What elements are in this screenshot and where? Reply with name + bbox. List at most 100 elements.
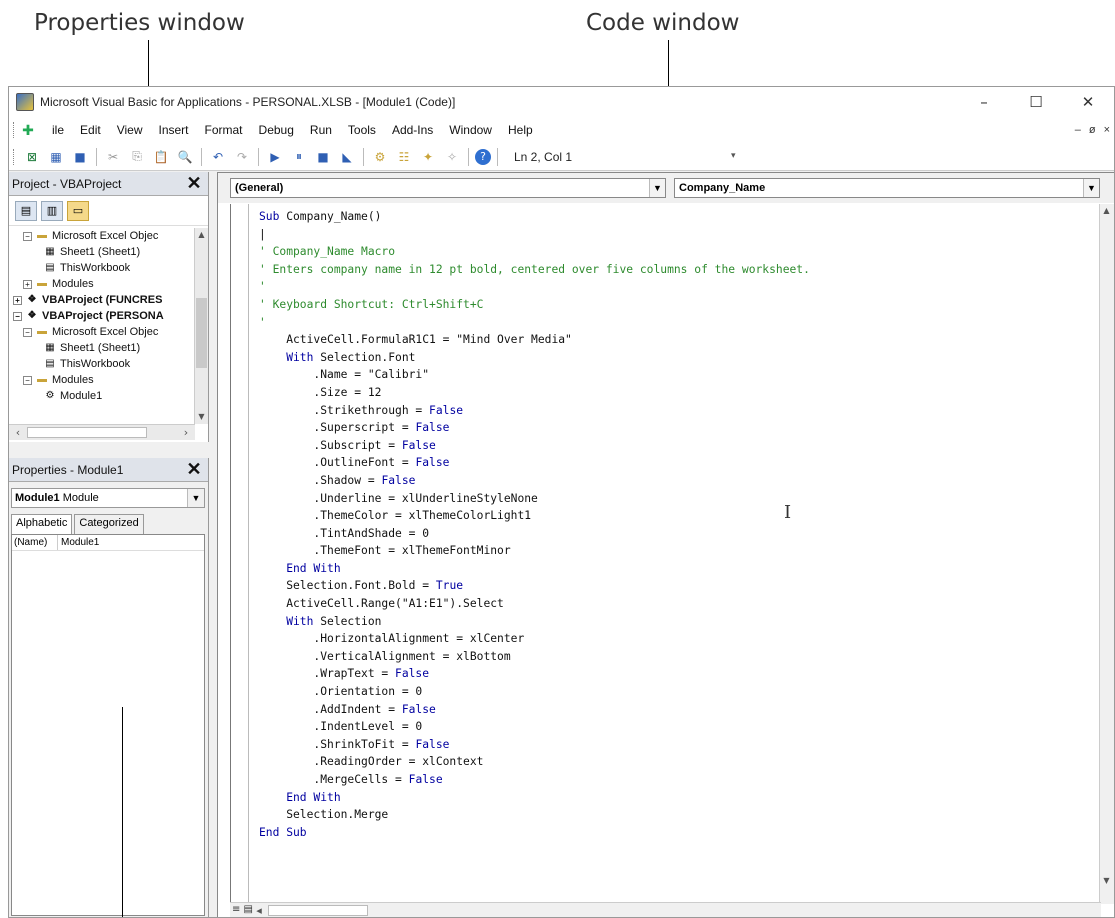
maximize-button[interactable]: ☐ (1010, 87, 1062, 117)
code-line[interactable]: .Superscript = False (259, 419, 810, 437)
collapse-icon[interactable]: − (13, 311, 22, 321)
menubar-grip[interactable] (13, 122, 16, 138)
break-icon[interactable]: ⏸ (289, 147, 309, 167)
code-line[interactable]: .Subscript = False (259, 437, 810, 455)
code-vertical-scrollbar[interactable]: ▲ ▼ (1099, 204, 1114, 904)
code-line[interactable]: .IndentLevel = 0 (259, 718, 810, 736)
tree-node[interactable]: + ▬ Modules (9, 276, 195, 292)
menu-item[interactable]: Window (441, 123, 500, 137)
margin-indicator-bar[interactable] (231, 204, 249, 904)
tree-node[interactable]: ▤ ThisWorkbook (9, 356, 195, 372)
mdi-restore-button[interactable]: ø (1089, 124, 1096, 136)
tab-alphabetic[interactable]: Alphabetic (11, 514, 73, 534)
view-code-icon[interactable]: ▤ (15, 200, 37, 221)
code-line[interactable]: Selection.Font.Bold = True (259, 577, 810, 595)
expand-icon[interactable]: + (23, 279, 32, 289)
menu-item[interactable]: Insert (151, 123, 197, 137)
scroll-down-icon[interactable]: ▼ (195, 410, 208, 424)
menu-item[interactable]: Format (197, 123, 251, 137)
code-line[interactable]: ' Keyboard Shortcut: Ctrl+Shift+C (259, 296, 810, 314)
paste-icon[interactable]: 📋 (151, 147, 171, 167)
code-line[interactable]: .ShrinkToFit = False (259, 736, 810, 754)
code-line[interactable]: End Sub (259, 824, 810, 842)
code-line[interactable]: End With (259, 789, 810, 807)
cut-icon[interactable]: ✂ (103, 147, 123, 167)
code-line[interactable]: With Selection (259, 613, 810, 631)
run-icon[interactable]: ▶ (265, 147, 285, 167)
tree-node[interactable]: ▤ ThisWorkbook (9, 260, 195, 276)
code-line[interactable]: ' (259, 278, 810, 296)
view-mode-icons[interactable]: ≡ ▤ (230, 902, 260, 917)
collapse-icon[interactable]: − (23, 327, 32, 337)
property-row[interactable]: (Name) Module1 (12, 535, 204, 551)
code-line[interactable]: .ReadingOrder = xlContext (259, 753, 810, 771)
code-line[interactable]: .ThemeColor = xlThemeColorLight1 (259, 507, 810, 525)
menu-item[interactable]: Help (500, 123, 541, 137)
code-line[interactable]: .OutlineFont = False (259, 454, 810, 472)
object-browser-icon[interactable]: ✦ (418, 147, 438, 167)
toolbox-icon[interactable]: ✧ (442, 147, 462, 167)
project-explorer-close-icon[interactable]: ✕ (184, 173, 204, 193)
menu-item[interactable]: Edit (72, 123, 109, 137)
scroll-thumb[interactable] (196, 298, 207, 368)
menu-item[interactable]: View (109, 123, 151, 137)
code-line[interactable]: .Underline = xlUnderlineStyleNone (259, 490, 810, 508)
code-line[interactable]: .HorizontalAlignment = xlCenter (259, 630, 810, 648)
code-line[interactable]: ActiveCell.FormulaR1C1 = "Mind Over Medi… (259, 331, 810, 349)
tab-categorized[interactable]: Categorized (74, 514, 144, 534)
toggle-folders-icon[interactable]: ▭ (67, 200, 89, 221)
find-icon[interactable]: 🔍 (175, 147, 195, 167)
object-combo[interactable]: (General) ▼ (230, 178, 666, 198)
scroll-up-icon[interactable]: ▲ (1100, 204, 1113, 218)
minimize-button[interactable]: – (958, 87, 1010, 117)
design-mode-icon[interactable]: ◣ (337, 147, 357, 167)
help-icon[interactable]: ? (475, 148, 491, 165)
close-button[interactable]: ✕ (1062, 87, 1114, 117)
project-horizontal-scrollbar[interactable]: ‹ › (9, 424, 195, 440)
code-line[interactable]: .Strikethrough = False (259, 402, 810, 420)
code-line[interactable]: Selection.Merge (259, 806, 810, 824)
code-editor[interactable]: Sub Company_Name() | ' Company_Name Macro '… (230, 204, 1101, 904)
property-value[interactable]: Module1 (58, 535, 99, 550)
code-line[interactable]: .Name = "Calibri" (259, 366, 810, 384)
reset-icon[interactable]: ■ (313, 147, 333, 167)
tree-node[interactable]: ▦ Sheet1 (Sheet1) (9, 244, 195, 260)
chevron-down-icon[interactable]: ▼ (649, 179, 665, 197)
toolbar-grip[interactable] (13, 148, 16, 165)
code-line[interactable]: ' Company_Name Macro (259, 243, 810, 261)
toolbar-options-icon[interactable]: ▾ (731, 151, 736, 161)
code-line[interactable]: ' Enters company name in 12 pt bold, cen… (259, 261, 810, 279)
code-line[interactable]: .TintAndShade = 0 (259, 525, 810, 543)
insert-module-icon[interactable]: ▦ (46, 147, 66, 167)
undo-icon[interactable]: ↶ (208, 147, 228, 167)
tree-node[interactable]: + ❖ VBAProject (FUNCRES (9, 292, 195, 308)
chevron-down-icon[interactable]: ▼ (187, 489, 204, 507)
menu-item[interactable]: Tools (340, 123, 384, 137)
code-line[interactable]: .VerticalAlignment = xlBottom (259, 648, 810, 666)
code-line[interactable]: ActiveCell.Range("A1:E1").Select (259, 595, 810, 613)
scroll-thumb[interactable] (27, 427, 147, 438)
menu-item[interactable]: Add-Ins (384, 123, 441, 137)
properties-window-close-icon[interactable]: ✕ (184, 459, 204, 479)
scroll-up-icon[interactable]: ▲ (195, 228, 208, 242)
view-excel-icon[interactable]: ⊠ (22, 147, 42, 167)
chevron-down-icon[interactable]: ▼ (1083, 179, 1099, 197)
properties-window-icon[interactable]: ☷ (394, 147, 414, 167)
menu-item[interactable]: Run (302, 123, 340, 137)
scroll-left-icon[interactable]: ‹ (11, 425, 25, 441)
code-line[interactable]: .Shadow = False (259, 472, 810, 490)
code-text[interactable]: Sub Company_Name() | ' Company_Name Macro '… (259, 208, 810, 841)
project-vertical-scrollbar[interactable]: ▲ ▼ (194, 228, 208, 424)
procedure-combo[interactable]: Company_Name ▼ (674, 178, 1100, 198)
save-icon[interactable]: ■ (70, 147, 90, 167)
code-horizontal-scrollbar[interactable]: ◂ (230, 902, 1101, 917)
tree-node[interactable]: ▦ Sheet1 (Sheet1) (9, 340, 195, 356)
expand-icon[interactable]: + (13, 295, 22, 305)
project-explorer-icon[interactable]: ⚙ (370, 147, 390, 167)
code-line[interactable]: .AddIndent = False (259, 701, 810, 719)
copy-icon[interactable]: ⎘ (127, 147, 147, 167)
code-line[interactable]: | (259, 226, 810, 244)
tree-node[interactable]: − ▬ Modules (9, 372, 195, 388)
collapse-icon[interactable]: − (23, 375, 32, 385)
mdi-minimize-button[interactable]: – (1075, 124, 1081, 136)
